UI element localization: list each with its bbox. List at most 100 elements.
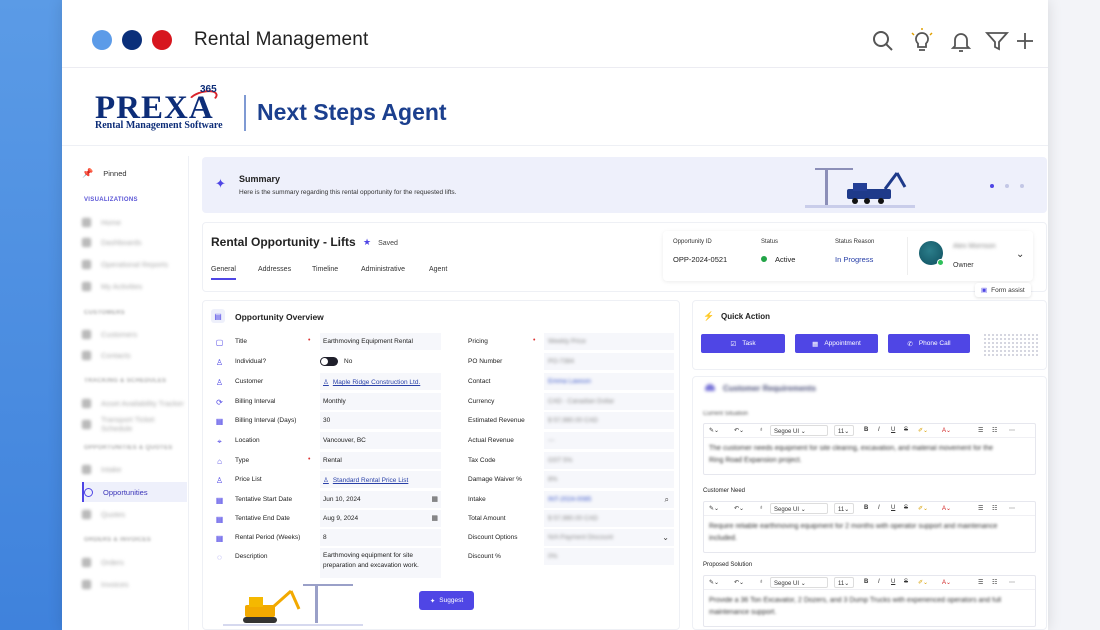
numbered-list-icon[interactable]: ☷ [992,505,997,512]
strikethrough-button[interactable]: S [904,505,908,511]
estimated-revenue-field[interactable]: $ 57,980.00 CAD [544,412,674,429]
individual-toggle[interactable] [320,357,338,366]
sidebar-item-invoices[interactable]: Invoices [82,574,187,594]
bell-icon[interactable] [948,28,974,54]
carousel-dot[interactable] [990,184,994,188]
numbered-list-icon[interactable]: ☷ [992,579,997,586]
tab-addresses[interactable]: Addresses [258,266,291,273]
chevron-down-icon[interactable]: ⌄ [1016,249,1024,260]
phone-call-button[interactable]: ✆ Phone Call [888,334,970,353]
highlight-icon[interactable]: ✐⌄ [918,505,928,512]
format-icon[interactable]: ✎⌄ [709,427,719,434]
current-situation-editor[interactable]: ✎⌄ ↶⌄ ♁ Segoe UI ⌄ 11⌄ B I U S ✐⌄ A⌄ ☰ ☷… [703,423,1036,475]
type-field[interactable]: Rental [320,452,441,469]
underline-button[interactable]: U [891,427,895,433]
billing-interval-field[interactable]: Monthly [320,393,441,410]
bullet-list-icon[interactable]: ☰ [978,427,983,434]
more-icon[interactable]: ⋯ [1009,427,1015,434]
tab-agent[interactable]: Agent [429,266,447,273]
strikethrough-button[interactable]: S [904,579,908,585]
appointment-button[interactable]: ▦ Appointment [795,334,878,353]
search-icon[interactable] [870,28,896,54]
total-amount-field[interactable]: $ 57,980.00 CAD [544,510,674,527]
italic-button[interactable]: I [878,505,880,511]
italic-button[interactable]: I [878,427,880,433]
tax-code-field[interactable]: GST 5% [544,452,674,469]
bullet-list-icon[interactable]: ☰ [978,579,983,586]
sidebar-item-quotes[interactable]: Quotes [82,504,187,524]
contact-link[interactable]: Emma Lawson [548,378,591,385]
calendar-icon[interactable]: ▦ [431,495,438,503]
task-button[interactable]: ☑ Task [701,334,785,353]
font-select[interactable]: Segoe UI ⌄ [770,425,828,436]
tab-administrative[interactable]: Administrative [361,266,405,273]
location-field[interactable]: Vancouver, BC [320,432,441,449]
sidebar-item-transport[interactable]: Transport Ticket Schedule [82,414,187,434]
font-select[interactable]: Segoe UI ⌄ [770,577,828,588]
font-size-select[interactable]: 11⌄ [834,503,854,514]
damage-waiver-field[interactable]: 8% [544,471,674,488]
sidebar-item-reports[interactable]: Operational Reports [82,254,187,274]
sidebar-item-dashboards[interactable]: Dashboards [82,232,187,252]
carousel-dot[interactable] [1005,184,1009,188]
more-icon[interactable]: ⋯ [1009,505,1015,512]
contact-field[interactable]: Emma Lawson [544,373,674,390]
billing-days-field[interactable]: 30 [320,412,441,429]
sidebar-item-orders[interactable]: Orders [82,552,187,572]
pricing-field[interactable]: Weekly Price [544,333,674,350]
sidebar-item-pinned[interactable]: 📌 Pinned [82,163,187,183]
intake-link[interactable]: INT-2024-0085 [548,496,591,503]
actual-revenue-field[interactable]: --- [544,432,674,449]
intake-field[interactable]: INT-2024-0085 ⌕ [544,491,674,508]
font-color-icon[interactable]: A⌄ [942,505,951,512]
chevron-down-icon[interactable]: ⌄ [662,533,669,542]
more-icon[interactable]: ⋯ [1009,579,1015,586]
discount-options-select[interactable]: N/A Payment Discount ⌄ [544,529,674,546]
window-control-dot[interactable] [122,30,142,50]
highlight-icon[interactable]: ✐⌄ [918,427,928,434]
underline-button[interactable]: U [891,505,895,511]
numbered-list-icon[interactable]: ☷ [992,427,997,434]
font-color-icon[interactable]: A⌄ [942,579,951,586]
discount-percent-field[interactable]: 0% [544,548,674,565]
font-select[interactable]: Segoe UI ⌄ [770,503,828,514]
format-icon[interactable]: ✎⌄ [709,505,719,512]
sidebar-item-customers[interactable]: Customers [82,324,187,344]
bold-button[interactable]: B [864,579,868,585]
bold-button[interactable]: B [864,505,868,511]
carousel-dot[interactable] [1020,184,1024,188]
undo-icon[interactable]: ↶⌄ [734,427,744,434]
description-field[interactable]: Earthmoving equipment for site preparati… [320,548,441,578]
sidebar-item-opportunities[interactable]: Opportunities [82,482,187,502]
format-icon[interactable]: ✎⌄ [709,579,719,586]
suggest-button[interactable]: ✦ Suggest [419,591,474,610]
search-icon[interactable]: ⌕ [665,495,669,505]
underline-button[interactable]: U [891,579,895,585]
customer-link[interactable]: Maple Ridge Construction Ltd. [333,379,420,386]
window-control-dot[interactable] [152,30,172,50]
form-assist-button[interactable]: ▣ Form assist [975,283,1031,297]
filter-icon[interactable] [984,28,1010,54]
price-list-link[interactable]: Standard Rental Price List [333,477,409,484]
font-size-select[interactable]: 11⌄ [834,577,854,588]
po-number-field[interactable]: PO-7384 [544,353,674,370]
tab-timeline[interactable]: Timeline [312,266,338,273]
plus-icon[interactable] [1012,28,1038,54]
calendar-icon[interactable]: ▦ [431,514,438,522]
tab-general[interactable]: General [211,266,236,280]
title-field[interactable]: Earthmoving Equipment Rental [320,333,441,350]
lightbulb-icon[interactable] [909,28,935,54]
italic-button[interactable]: I [878,579,880,585]
lightbulb-icon[interactable]: ♁ [759,579,764,585]
sidebar-item-asset-tracker[interactable]: Asset Availability Tracker [82,393,187,413]
customer-need-editor[interactable]: ✎⌄ ↶⌄ ♁ Segoe UI ⌄ 11⌄ B I U S ✐⌄ A⌄ ☰ ☷… [703,501,1036,553]
font-color-icon[interactable]: A⌄ [942,427,951,434]
proposed-solution-editor[interactable]: ✎⌄ ↶⌄ ♁ Segoe UI ⌄ 11⌄ B I U S ✐⌄ A⌄ ☰ ☷… [703,575,1036,627]
customer-field[interactable]: ♙ Maple Ridge Construction Ltd. [320,373,441,390]
sidebar-item-intake[interactable]: Intake [82,459,187,479]
sidebar-item-activities[interactable]: My Activities [82,276,187,296]
currency-field[interactable]: CAD - Canadian Dollar [544,393,674,410]
undo-icon[interactable]: ↶⌄ [734,579,744,586]
sidebar-item-home[interactable]: Home [82,212,187,232]
window-control-dot[interactable] [92,30,112,50]
